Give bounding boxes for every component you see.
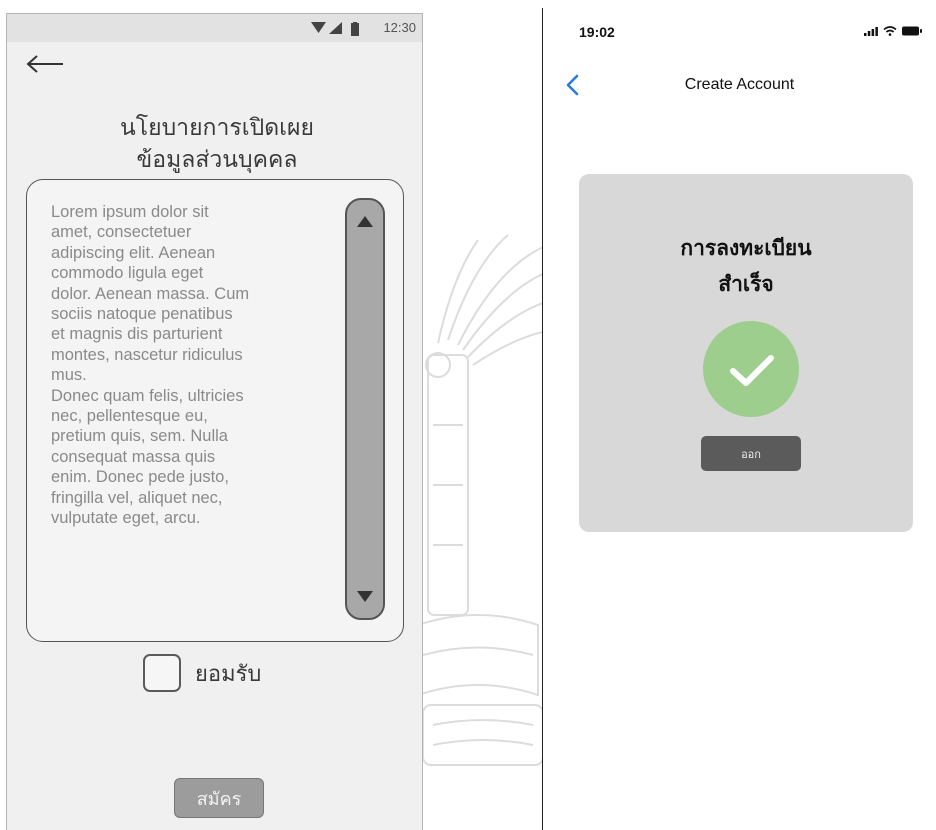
signal-icon — [329, 22, 342, 34]
signal-icon — [864, 27, 878, 36]
scroll-down-icon[interactable] — [356, 590, 374, 604]
status-time: 12:30 — [383, 20, 416, 35]
accept-row: ยอมรับ — [143, 654, 261, 692]
terms-text: Lorem ipsum dolor sit amet, consectetuer… — [51, 203, 250, 528]
page-title: Create Account — [684, 76, 795, 93]
success-card: การลงทะเบียน สำเร็จ ออก — [579, 174, 913, 532]
exit-button[interactable]: ออก — [701, 436, 801, 471]
battery-icon — [351, 22, 359, 36]
accept-label: ยอมรับ — [195, 661, 262, 687]
register-button[interactable]: สมัคร — [174, 778, 264, 818]
status-icons — [311, 22, 360, 36]
status-icons — [864, 26, 922, 36]
battery-icon — [902, 26, 922, 36]
arrow-left-icon[interactable] — [25, 52, 65, 76]
scrollbar[interactable] — [345, 198, 385, 620]
page-title: นโยบายการเปิดเผย ข้อมูลส่วนบุคคล — [67, 112, 367, 176]
checkmark-icon — [730, 355, 774, 386]
success-line-1: การลงทะเบียน — [680, 236, 812, 260]
title-line-2: ข้อมูลส่วนบุคคล — [136, 147, 298, 173]
right-phone-screen: 19:02 Create Account การลงทะเบียน สำเร็จ… — [542, 8, 936, 830]
terms-textbox[interactable]: Lorem ipsum dolor sit amet, consectetuer… — [26, 179, 404, 642]
status-time: 19:02 — [579, 24, 615, 40]
status-bar: 12:30 — [7, 14, 422, 42]
success-message: การลงทะเบียน สำเร็จ — [579, 230, 913, 302]
title-line-1: นโยบายการเปิดเผย — [120, 115, 314, 141]
wifi-icon — [883, 26, 897, 36]
success-line-2: สำเร็จ — [718, 272, 774, 296]
scroll-up-icon[interactable] — [356, 214, 374, 228]
success-badge — [703, 321, 799, 417]
left-phone-screen: 12:30 นโยบายการเปิดเผย ข้อมูลส่วนบุคคล L… — [6, 13, 423, 830]
accept-checkbox[interactable] — [143, 654, 181, 692]
university-watermark — [418, 234, 553, 766]
wifi-icon — [311, 22, 326, 33]
